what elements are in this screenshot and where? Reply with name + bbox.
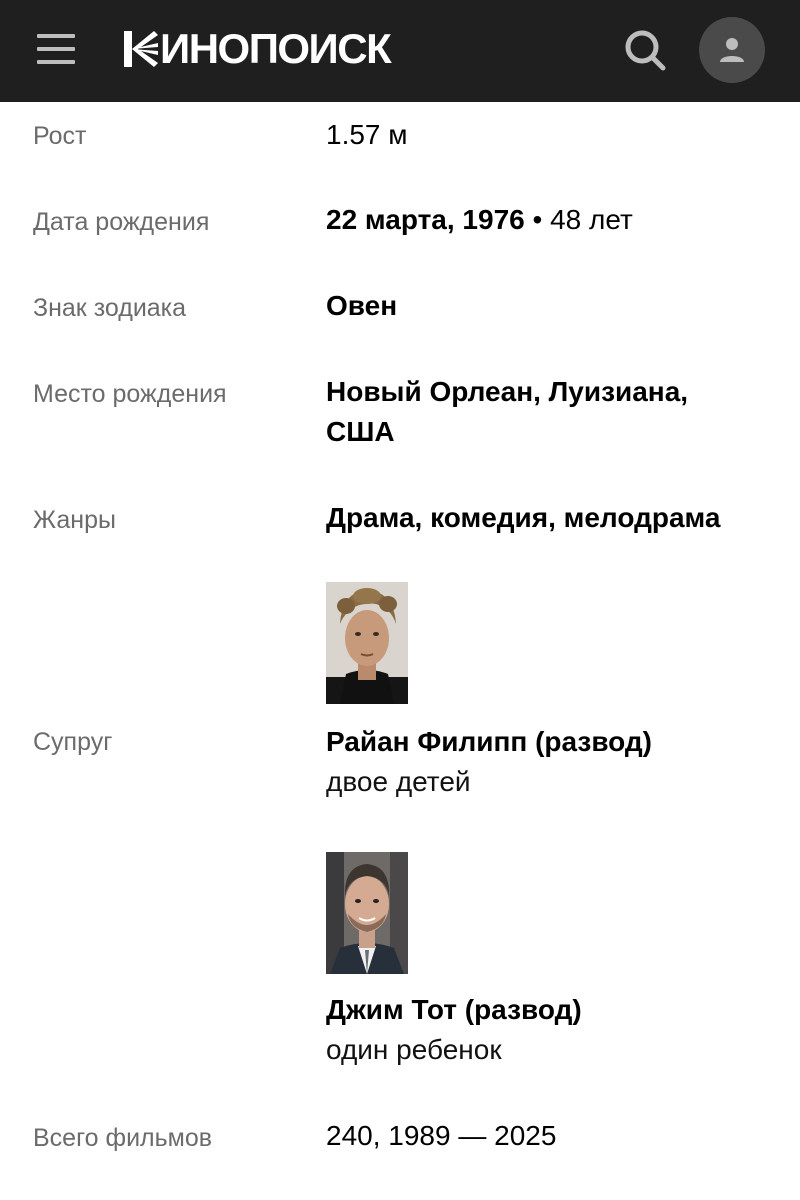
birth-date-separator: • [524, 204, 551, 235]
spouse-name-2[interactable]: Джим Тот (развод) [326, 990, 776, 1030]
birthplace-line-1[interactable]: Новый Орлеан, Луизиана, [326, 372, 776, 412]
spouse-entry-1: Райан Филипп (развод) двое детей [326, 722, 776, 802]
logo-text: ИНОПОИСК [160, 25, 392, 72]
spouse-photo-2[interactable] [326, 852, 408, 974]
genres-value[interactable]: Драма, комедия, мелодрама [326, 498, 776, 538]
films-label: Всего фильмов [33, 1124, 213, 1152]
top-bar: ИНОПОИСК [0, 0, 800, 102]
search-icon[interactable] [622, 27, 668, 73]
zodiac-link[interactable]: Овен [326, 286, 776, 326]
spouse-entry-2: Джим Тот (развод) один ребенок [326, 990, 776, 1070]
spouse-note-1: двое детей [326, 766, 471, 797]
spouse-name-1[interactable]: Райан Филипп (развод) [326, 722, 776, 762]
menu-icon[interactable] [37, 33, 75, 65]
genres-label: Жанры [33, 506, 116, 534]
height-value: 1.57 м [326, 119, 408, 150]
age-value: 48 лет [550, 204, 633, 235]
birthplace-value[interactable]: Новый Орлеан, Луизиана, США [326, 372, 776, 452]
birth-date-link[interactable]: 22 марта, 1976 [326, 204, 525, 235]
birthplace-label: Место рождения [33, 380, 227, 408]
user-avatar-button[interactable] [699, 17, 765, 83]
birth-date-value: 22 марта, 1976 • 48 лет [326, 200, 776, 240]
kinopoisk-logo-icon [124, 31, 158, 67]
birth-date-label: Дата рождения [33, 208, 210, 236]
birthplace-line-2[interactable]: США [326, 412, 776, 452]
spouse-note-2: один ребенок [326, 1034, 502, 1065]
zodiac-label: Знак зодиака [33, 294, 187, 322]
spouse-photo-1[interactable] [326, 582, 408, 704]
kinopoisk-logo[interactable]: ИНОПОИСК [124, 25, 392, 72]
height-label: Рост [33, 122, 87, 150]
user-icon [720, 38, 744, 62]
films-value[interactable]: 240, 1989 — 2025 [326, 1116, 776, 1156]
spouse-label: Супруг [33, 728, 113, 756]
